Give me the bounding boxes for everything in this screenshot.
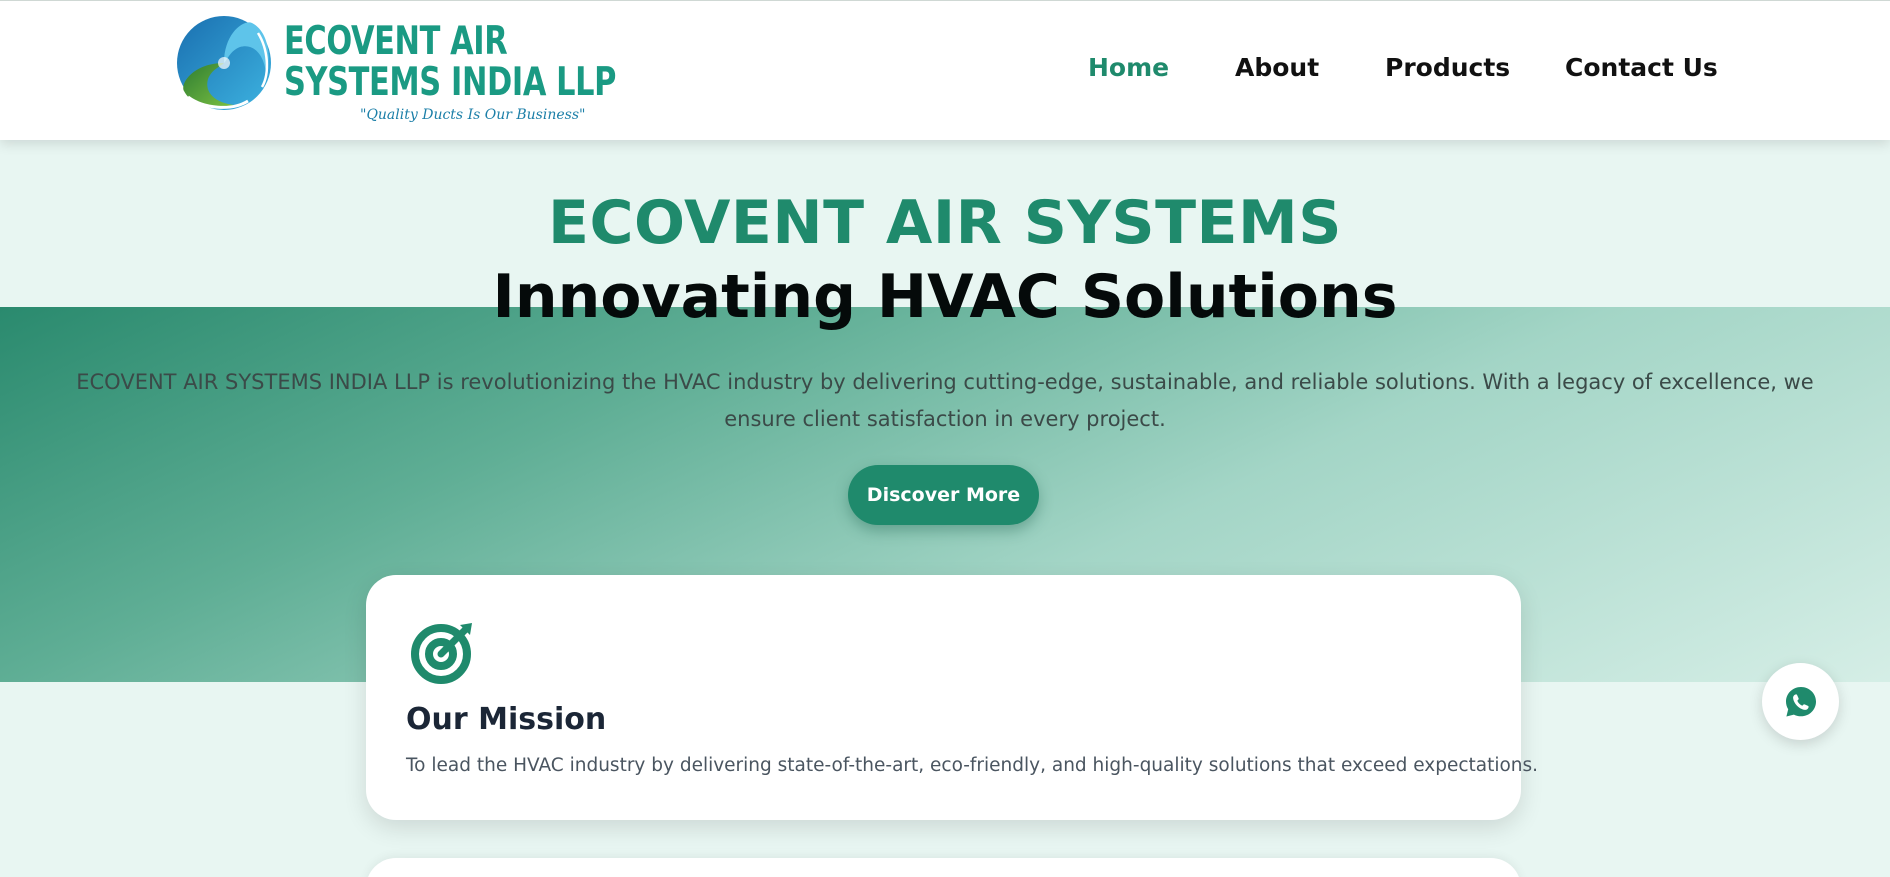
- discover-more-button[interactable]: Discover More: [848, 465, 1039, 525]
- site-header: ECOVENT AIR SYSTEMS INDIA LLP "Quality D…: [0, 0, 1890, 140]
- hero-description: ECOVENT AIR SYSTEMS INDIA LLP is revolut…: [76, 370, 1814, 431]
- next-card: [366, 858, 1521, 877]
- mission-text: To lead the HVAC industry by delivering …: [406, 755, 1539, 776]
- whatsapp-icon: [1785, 686, 1816, 716]
- nav-contact-link[interactable]: Contact Us: [1565, 53, 1718, 82]
- hero-title: ECOVENT AIR SYSTEMS: [548, 188, 1342, 258]
- whatsapp-button[interactable]: [1762, 663, 1839, 740]
- main-nav: Home About Products Contact Us: [0, 53, 1890, 93]
- hero-subtitle: Innovating HVAC Solutions: [492, 262, 1398, 332]
- mission-title: Our Mission: [406, 702, 607, 737]
- target-icon: [411, 623, 472, 684]
- nav-home-link[interactable]: Home: [1088, 53, 1169, 82]
- nav-products-link[interactable]: Products: [1385, 53, 1510, 82]
- logo-tagline: "Quality Ducts Is Our Business": [360, 107, 586, 123]
- mission-card: Our Mission To lead the HVAC industry by…: [366, 575, 1538, 820]
- nav-about-link[interactable]: About: [1235, 53, 1319, 82]
